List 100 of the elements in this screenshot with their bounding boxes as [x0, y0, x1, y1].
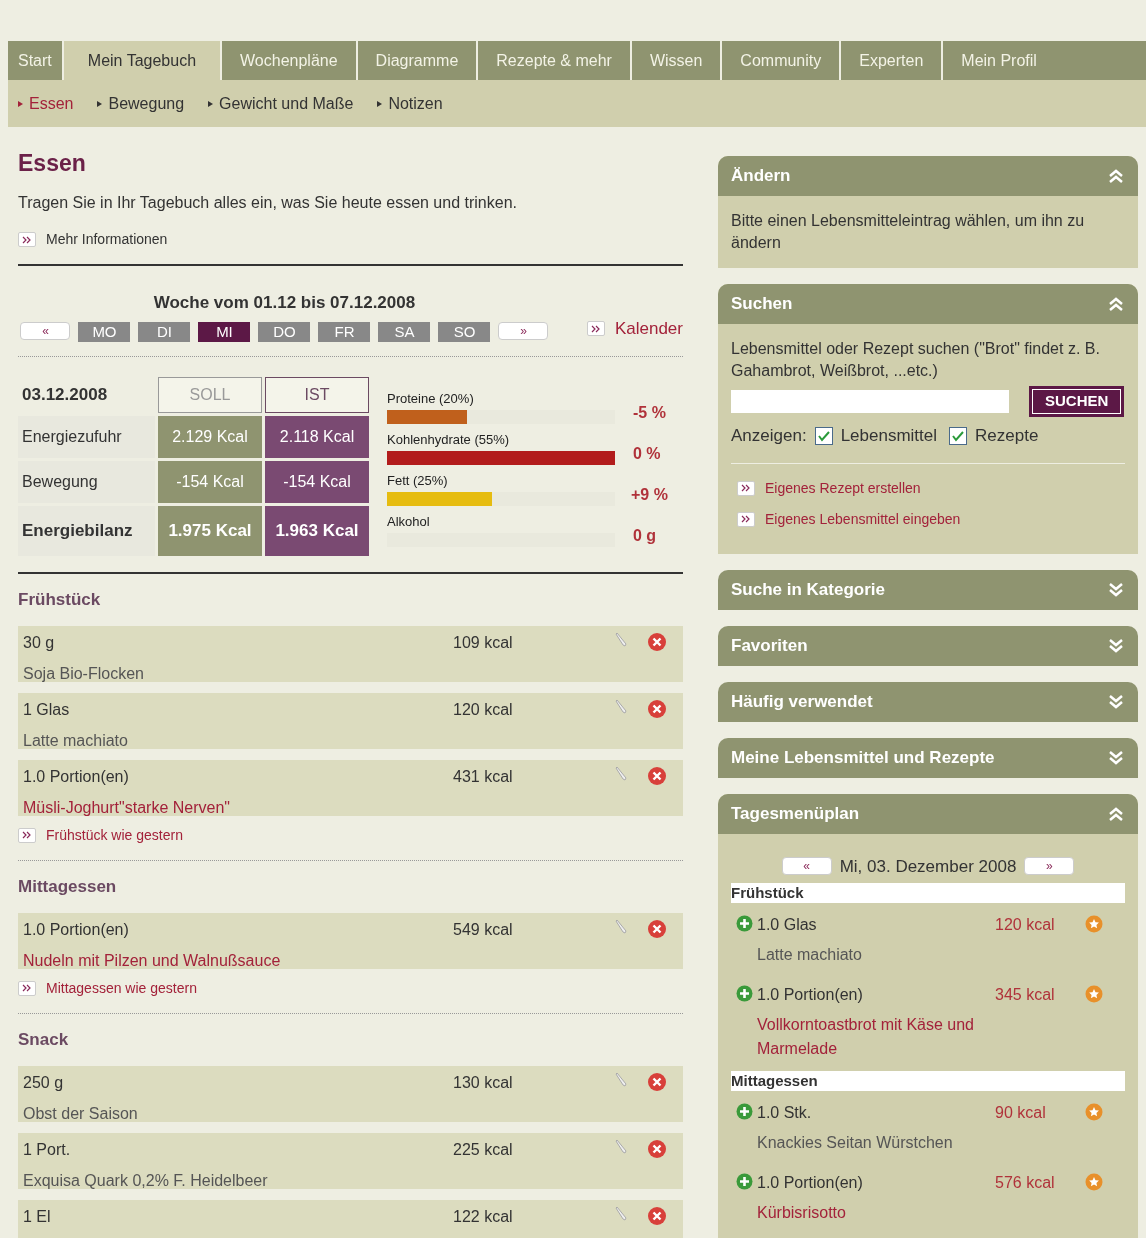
week-title: Woche vom 01.12 bis 07.12.2008	[153, 292, 416, 314]
kcal-text: 90 kcal	[995, 1103, 1047, 1123]
plan-section-title: Frühstück	[731, 883, 1125, 903]
collapse-icon[interactable]	[1107, 295, 1125, 313]
food-name: Knackies Seitan Würstchen	[757, 1133, 954, 1153]
meal-title: Snack	[18, 1029, 70, 1050]
day-button[interactable]: DI	[138, 321, 191, 342]
macro-label: Fett (25%)	[387, 471, 449, 490]
recipe-name: Kürbisrisotto	[757, 1203, 847, 1223]
search-hint: Lebensmittel oder Rezept suchen ("Brot" findet z. B. Gahambrot, Weißbrot, ...etc.)	[731, 339, 1101, 381]
plan-item[interactable]: 1.0 Stk. Knackies Seitan Würstchen 90 kcal	[731, 1091, 1125, 1161]
amount-text: 1 Port.	[23, 1139, 72, 1160]
plan-item[interactable]: 1.0 Portion(en) Kürbisrisotto 576 kcal	[731, 1161, 1125, 1231]
calendar-link[interactable]: Kalender	[614, 316, 683, 342]
panel-link[interactable]: Eigenes Lebensmittel eingeben	[765, 508, 961, 530]
expand-icon[interactable]	[1107, 580, 1125, 599]
amount-text: 1.0 Stk.	[757, 1103, 813, 1123]
checkbox[interactable]	[814, 426, 833, 445]
kcal-text: 120 kcal	[995, 915, 1056, 935]
copy-meal-link[interactable]: Mittagessen wie gestern	[46, 977, 197, 999]
panel-title: Suchen	[731, 293, 793, 316]
search-field[interactable]	[731, 390, 1009, 413]
expand-icon[interactable]	[1107, 692, 1125, 711]
panel-text: Bitte einen Lebensmitteleintrag wählen, um ihn zu ändern	[731, 211, 1086, 253]
food-name: Latte machiato	[757, 945, 863, 965]
food-entry[interactable]: 1 Glas Latte machiato 120 kcal	[18, 692, 683, 749]
day-button[interactable]: SA	[378, 321, 431, 342]
day-button[interactable]: MO	[78, 321, 131, 342]
food-entry[interactable]: 30 g Soja Bio-Flocken 109 kcal	[18, 625, 683, 682]
food-entry[interactable]: 1 Port. Exquisa Quark 0,2% F. Heidelbeer 225 kcal	[18, 1132, 683, 1189]
ist-cell: 1.963 Kcal	[265, 505, 369, 556]
day-button[interactable]: MI	[198, 321, 251, 342]
column-header: SOLL	[158, 376, 262, 413]
expand-icon[interactable]	[1107, 748, 1125, 767]
panel-title: Häufig verwendet	[731, 690, 873, 713]
amount-text: 1.0 Portion(en)	[757, 985, 864, 1005]
show-label: Anzeigen:	[731, 425, 807, 447]
filter-checkbox[interactable]: Lebensmittel	[814, 423, 937, 449]
macro-label: Proteine (20%)	[387, 389, 475, 408]
page-title: Essen	[18, 149, 87, 177]
search-button[interactable]: SUCHEN	[1029, 386, 1125, 417]
row-label: Energiezufuhr	[18, 415, 155, 458]
plan-section-title: Mittagessen	[731, 1071, 1125, 1091]
amount-text: 250 g	[23, 1072, 65, 1093]
filter-checkbox[interactable]: Rezepte	[949, 423, 1039, 449]
intro-text: Tragen Sie in Ihr Tagebuch alles ein, was Sie heute essen und trinken.	[18, 193, 518, 213]
amount-text: 1 Glas	[23, 699, 71, 720]
arrow-button[interactable]: »	[1024, 857, 1075, 876]
plan-date: Mi, 03. Dezember 2008	[839, 855, 1017, 878]
row-label: Bewegung	[18, 460, 155, 503]
plan-item[interactable]: 1.0 Portion(en) Vollkorntoastbrot mit Käse und Marmelade 345 kcal	[731, 973, 1125, 1067]
amount-text: 1.0 Portion(en)	[23, 919, 130, 940]
checkbox[interactable]	[949, 426, 967, 445]
panel-title: Favoriten	[731, 634, 808, 657]
day-button[interactable]: SO	[438, 321, 491, 342]
food-entry[interactable]: 250 g Obst der Saison 130 kcal	[18, 1065, 683, 1122]
column-header: IST	[265, 376, 369, 413]
meal-title: Mittagessen	[18, 876, 118, 897]
soll-cell: -154 Kcal	[158, 460, 262, 503]
recipe-name: Vollkorntoastbrot mit Käse und Marmelade	[757, 1015, 975, 1059]
nav-tab[interactable]: Mein Tagebuch	[63, 41, 221, 80]
plan-item[interactable]: 1.0 Glas Latte machiato 120 kcal	[731, 903, 1125, 973]
kcal-text: 225 kcal	[453, 1139, 514, 1160]
arrow-button[interactable]: »	[498, 321, 549, 340]
expand-icon[interactable]	[1107, 636, 1125, 655]
ist-cell: 2.118 Kcal	[265, 415, 369, 458]
food-name: Exquisa Quark 0,2% F. Heidelbeer	[23, 1170, 269, 1191]
kcal-text: 431 kcal	[453, 766, 514, 787]
sub-nav-link[interactable]: Gewicht und Maße	[208, 91, 354, 116]
arrow-button[interactable]: «	[781, 857, 832, 876]
arrow-button[interactable]: «	[20, 321, 71, 340]
soll-cell: 2.129 Kcal	[158, 415, 262, 458]
food-entry[interactable]: 1 El 122 kcal	[18, 1199, 683, 1238]
kcal-text: 109 kcal	[453, 632, 514, 653]
macro-deviation: 0 g	[633, 525, 657, 546]
macro-deviation: -5 %	[633, 402, 666, 423]
sub-nav-link[interactable]: Bewegung	[97, 91, 185, 116]
kcal-text: 345 kcal	[995, 985, 1056, 1005]
panel-title: Ändern	[731, 165, 791, 188]
day-button[interactable]: FR	[318, 321, 371, 342]
more-info-link[interactable]: Mehr Informationen	[46, 229, 168, 250]
sub-nav-link[interactable]: Essen	[18, 91, 74, 116]
amount-text: 30 g	[23, 632, 56, 653]
sub-nav-link[interactable]: Notizen	[377, 91, 443, 116]
food-entry[interactable]: 1.0 Portion(en) Nudeln mit Pilzen und Walnußsauce 549 kcal	[18, 912, 683, 969]
amount-text: 1.0 Portion(en)	[757, 1173, 864, 1193]
row-label: Energiebilanz	[18, 505, 155, 556]
macro-label: Alkohol	[387, 512, 431, 531]
collapse-icon[interactable]	[1107, 167, 1125, 185]
food-name: Soja Bio-Flocken	[23, 663, 145, 684]
panel-title: Tagesmenüplan	[731, 802, 860, 825]
panel-link[interactable]: Eigenes Rezept erstellen	[765, 477, 921, 499]
kcal-text: 122 kcal	[453, 1206, 514, 1227]
copy-meal-link[interactable]: Frühstück wie gestern	[46, 824, 183, 846]
ist-cell: -154 Kcal	[265, 460, 369, 503]
food-entry[interactable]: 1.0 Portion(en) Müsli-Joghurt"starke Nerven" 431 kcal	[18, 759, 683, 816]
kcal-text: 130 kcal	[453, 1072, 514, 1093]
macro-deviation: 0 %	[633, 443, 661, 464]
panel-title: Meine Lebensmittel und Rezepte	[731, 746, 995, 769]
day-button[interactable]: DO	[258, 321, 311, 342]
